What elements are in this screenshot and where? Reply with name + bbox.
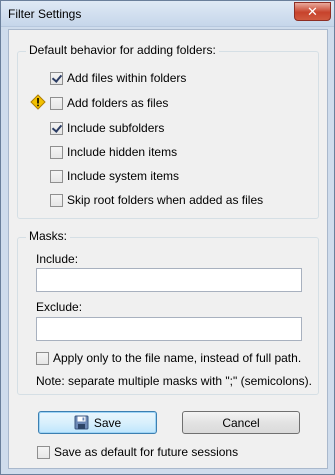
checkbox-skip-root-folders[interactable] [50,193,63,207]
include-input[interactable] [36,268,302,292]
checkbox-apply-filename-only[interactable] [36,351,49,365]
filter-settings-window: Filter Settings ✕ Default behavior for a… [0,0,335,475]
save-default-option[interactable]: Save as default for future sessions [37,444,238,460]
checkbox-include-system-items[interactable] [50,169,63,183]
option-label: Add files within folders [67,71,187,85]
close-icon: ✕ [307,3,318,19]
include-label: Include: [36,252,79,266]
window-title: Filter Settings [8,7,82,21]
apply-filename-option[interactable]: Apply only to the file name, instead of … [36,350,301,366]
save-button-label: Save [93,415,122,430]
save-button[interactable]: Save [38,411,157,434]
option-skip-root-folders[interactable]: Skip root folders when added as files [50,192,263,208]
checkbox-add-files-within-folders[interactable] [50,71,63,85]
exclude-input[interactable] [36,317,302,341]
option-include-subfolders[interactable]: Include subfolders [50,120,164,136]
option-label: Add folders as files [67,96,169,110]
option-label: Include subfolders [67,121,165,135]
option-include-system-items[interactable]: Include system items [50,168,179,184]
save-default-label: Save as default for future sessions [54,445,239,459]
behavior-group-title: Default behavior for adding folders: [26,43,219,57]
apply-filename-label: Apply only to the file name, instead of … [53,351,302,365]
masks-note: Note: separate multiple masks with ";" (… [36,374,312,388]
close-button[interactable]: ✕ [294,2,331,21]
option-include-hidden-items[interactable]: Include hidden items [50,144,177,160]
title-bar[interactable]: Filter Settings ✕ [1,1,334,27]
option-label: Skip root folders when added as files [67,193,264,207]
option-add-files-within-folders[interactable]: Add files within folders [50,70,186,86]
floppy-disk-icon [74,415,89,430]
checkbox-save-as-default[interactable] [37,445,50,459]
dialog-body: Default behavior for adding folders: Add… [8,29,328,469]
option-label: Include hidden items [67,145,178,159]
option-label: Include system items [67,169,180,183]
warning-icon [30,94,46,110]
cancel-button-label: Cancel [222,415,260,430]
cancel-button[interactable]: Cancel [182,411,300,434]
checkbox-include-hidden-items[interactable] [50,145,63,159]
checkbox-include-subfolders[interactable] [50,121,63,135]
option-add-folders-as-files[interactable]: Add folders as files [50,95,168,111]
exclude-label: Exclude: [36,300,83,314]
checkbox-add-folders-as-files[interactable] [50,96,63,110]
masks-group-title: Masks: [26,229,71,243]
